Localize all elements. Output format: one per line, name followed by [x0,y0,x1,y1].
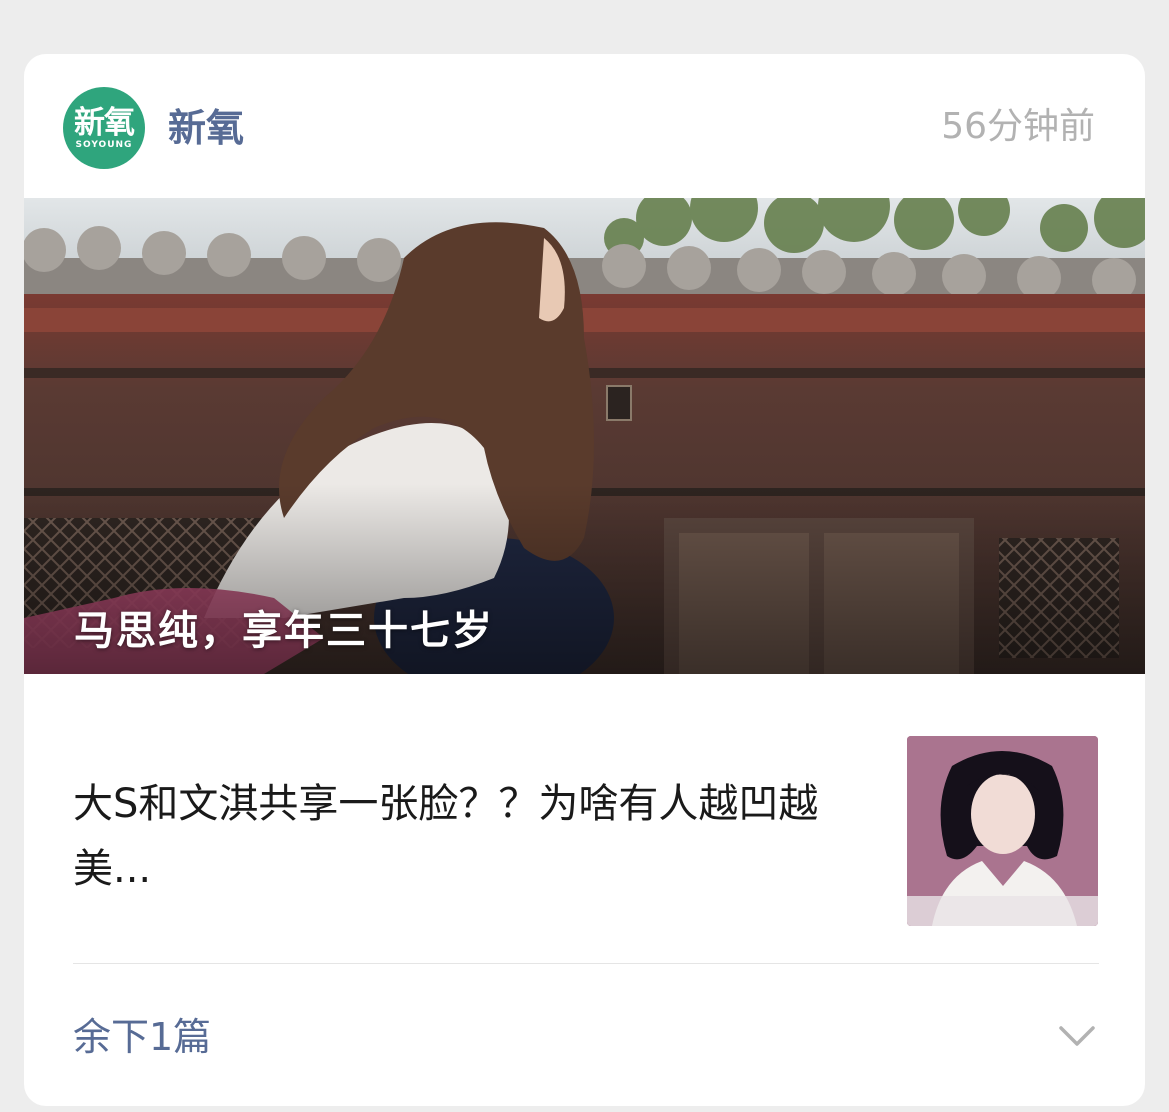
logo-text: 新氧 [74,104,135,141]
logo-subtext: SOYOUNG [75,139,133,150]
article-card[interactable]: 新氧 SOYOUNG 新氧 56分钟前 马思纯，享年三十七岁 大S和文淇共享一张… [24,54,1145,1106]
account-name[interactable]: 新氧 [168,103,244,153]
account-avatar[interactable]: 新氧 SOYOUNG [63,87,145,169]
chevron-down-icon[interactable] [1057,1018,1097,1054]
hero-caption: 马思纯，享年三十七岁 [74,608,494,654]
article-thumbnail[interactable] [907,736,1098,926]
thumbnail-portrait [907,736,1098,926]
hero-image[interactable]: 马思纯，享年三十七岁 [24,198,1145,674]
article-title[interactable]: 大S和文淇共享一张脸？？为啥有人越凹越美... [73,772,873,902]
remaining-articles-link[interactable]: 余下1篇 [73,1012,211,1062]
divider [73,963,1099,964]
publish-time: 56分钟前 [941,106,1095,147]
